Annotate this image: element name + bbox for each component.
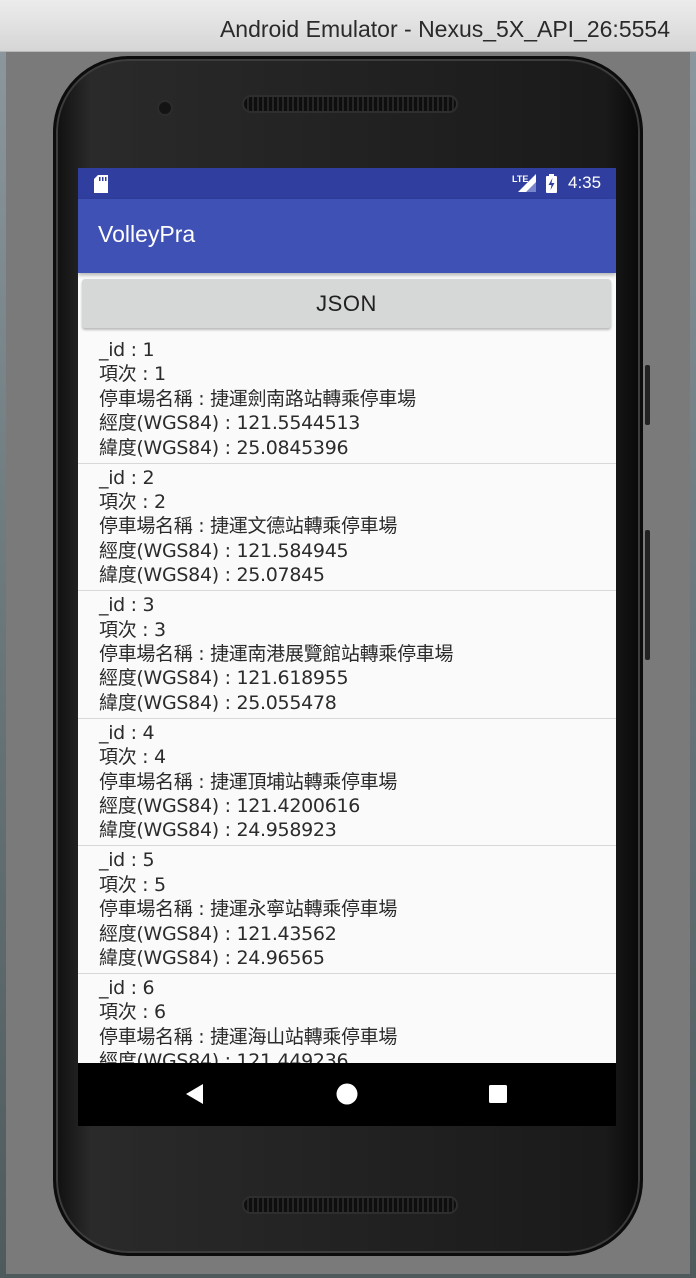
id-text: _id : 4 xyxy=(99,721,155,744)
list-item[interactable]: _id : 3 項次 : 3 停車場名稱 : 捷運南港展覽館站轉乘停車場 經度(… xyxy=(78,591,616,719)
longitude-text: 經度(WGS84) : 121.584945 xyxy=(99,539,349,562)
longitude-text: 經度(WGS84) : 121.449236 xyxy=(99,1050,349,1063)
volume-button[interactable] xyxy=(645,530,650,660)
app-title: VolleyPra xyxy=(98,221,196,247)
list-item[interactable]: _id : 4 項次 : 4 停車場名稱 : 捷運頂埔站轉乘停車場 經度(WGS… xyxy=(78,719,616,847)
status-bar: LTE 4:35 xyxy=(78,168,616,199)
item-number-text: 項次 : 4 xyxy=(99,746,166,769)
parking-name-text: 停車場名稱 : 捷運文德站轉乘停車場 xyxy=(99,515,398,538)
item-number-text: 項次 : 1 xyxy=(99,363,166,386)
parking-name-text: 停車場名稱 : 捷運劍南路站轉乘停車場 xyxy=(99,387,416,410)
latitude-text: 緯度(WGS84) : 24.96565 xyxy=(99,947,325,969)
home-icon[interactable] xyxy=(332,1079,362,1109)
parking-list[interactable]: _id : 1 項次 : 1 停車場名稱 : 捷運劍南路站轉乘停車場 經度(WG… xyxy=(78,336,616,1063)
status-clock: 4:35 xyxy=(568,173,602,192)
parking-name-text: 停車場名稱 : 捷運永寧站轉乘停車場 xyxy=(99,898,398,921)
parking-name-text: 停車場名稱 : 捷運南港展覽館站轉乘停車場 xyxy=(99,643,454,665)
list-item[interactable]: _id : 5 項次 : 5 停車場名稱 : 捷運永寧站轉乘停車場 經度(WGS… xyxy=(78,846,616,974)
id-text: _id : 2 xyxy=(99,466,155,489)
power-button[interactable] xyxy=(645,365,650,425)
longitude-text: 經度(WGS84) : 121.618955 xyxy=(99,667,349,690)
item-number-text: 項次 : 6 xyxy=(99,1001,166,1024)
bottom-speaker xyxy=(242,1196,458,1214)
navigation-bar xyxy=(78,1063,616,1126)
latitude-text: 緯度(WGS84) : 25.07845 xyxy=(99,564,325,587)
battery-charging-icon xyxy=(546,174,557,193)
id-text: _id : 1 xyxy=(99,339,155,361)
parking-name-text: 停車場名稱 : 捷運海山站轉乘停車場 xyxy=(99,1025,398,1048)
item-number-text: 項次 : 5 xyxy=(99,873,166,896)
window-titlebar[interactable]: Android Emulator - Nexus_5X_API_26:5554 xyxy=(0,0,696,52)
app-bar: VolleyPra xyxy=(78,199,616,273)
list-item[interactable]: _id : 2 項次 : 2 停車場名稱 : 捷運文德站轉乘停車場 經度(WGS… xyxy=(78,464,616,592)
longitude-text: 經度(WGS84) : 121.4200616 xyxy=(99,795,361,817)
id-text: _id : 5 xyxy=(99,849,155,872)
network-type-label: LTE xyxy=(512,174,529,184)
item-number-text: 項次 : 2 xyxy=(99,491,166,513)
latitude-text: 緯度(WGS84) : 25.055478 xyxy=(99,691,337,714)
longitude-text: 經度(WGS84) : 121.43562 xyxy=(99,922,337,945)
item-number-text: 項次 : 3 xyxy=(99,618,166,641)
list-item[interactable]: _id : 6 項次 : 6 停車場名稱 : 捷運海山站轉乘停車場 經度(WGS… xyxy=(78,974,616,1063)
front-camera xyxy=(157,100,173,116)
device-screen: LTE 4:35 VolleyPra JSON _id : 1 項次 : 1 停… xyxy=(78,168,616,1126)
latitude-text: 緯度(WGS84) : 24.958923 xyxy=(99,819,337,842)
id-text: _id : 3 xyxy=(99,594,155,617)
latitude-text: 緯度(WGS84) : 25.0845396 xyxy=(99,436,349,459)
top-speaker xyxy=(242,95,458,113)
list-item[interactable]: _id : 1 項次 : 1 停車場名稱 : 捷運劍南路站轉乘停車場 經度(WG… xyxy=(78,336,616,464)
longitude-text: 經度(WGS84) : 121.5544513 xyxy=(99,412,361,435)
recents-icon[interactable] xyxy=(483,1079,513,1109)
json-button[interactable]: JSON xyxy=(82,279,611,328)
window-title: Android Emulator - Nexus_5X_API_26:5554 xyxy=(219,16,670,42)
back-icon[interactable] xyxy=(180,1079,210,1109)
parking-name-text: 停車場名稱 : 捷運頂埔站轉乘停車場 xyxy=(99,770,398,793)
id-text: _id : 6 xyxy=(99,976,155,999)
sd-card-icon xyxy=(94,175,108,193)
